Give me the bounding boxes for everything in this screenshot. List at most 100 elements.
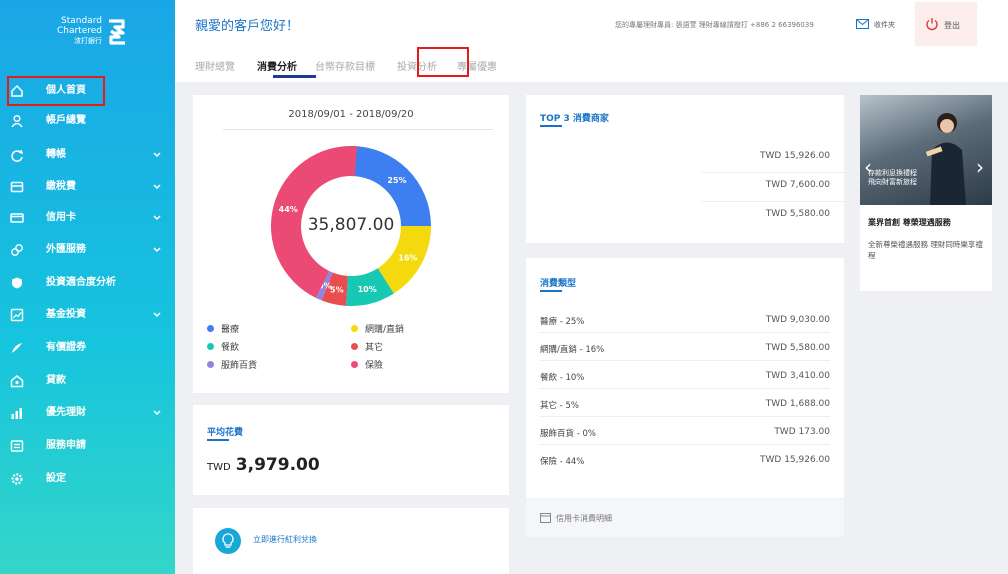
chevron-right-icon[interactable]: › <box>976 157 984 177</box>
legend-item: 其它 <box>351 340 383 353</box>
divider <box>701 201 844 202</box>
application-icon <box>10 440 24 452</box>
legend-label: 保險 <box>365 361 384 371</box>
logout-button[interactable]: 登出 <box>915 2 977 46</box>
category-row: 餐飲 - 10% TWD 3,410.00 <box>540 365 830 389</box>
sidebar-item-label: 貸款 <box>46 375 66 386</box>
inbox-link[interactable]: 收件夾 <box>874 20 895 30</box>
top-header: 親愛的客戶您好！ 您的專屬理財專員: 張語萱 理財專線請撥打 +886 2 66… <box>175 0 1008 82</box>
banner-image: 存款利息換禮程 飛向財富新旅程 <box>860 95 992 205</box>
sidebar-item-label: 設定 <box>46 473 66 484</box>
sidebar-item-bills[interactable]: 繳稅費 <box>0 174 175 200</box>
legend-item: 餐飲 <box>207 340 239 353</box>
category-amount: TWD 15,926.00 <box>760 455 830 465</box>
sidebar-item-credit-card[interactable]: 信用卡 <box>0 205 175 231</box>
legend-label: 服飾百貨 <box>221 361 258 371</box>
divider <box>540 388 830 389</box>
banner-caption-line2: 飛向財富新旅程 <box>868 178 917 186</box>
rewards-redeem-link[interactable]: 立即進行紅利兌換 <box>253 534 317 545</box>
legend-item: 醫療 <box>207 322 239 335</box>
legend-dot <box>207 361 214 368</box>
brand-name-line3: 渣打銀行 <box>74 37 102 45</box>
document-icon <box>540 513 551 523</box>
category-name: 其它 - 5% <box>540 401 579 411</box>
sidebar-item-label: 信用卡 <box>46 212 76 223</box>
tab-deposit-goal[interactable]: 台幣存款目標 <box>315 58 375 73</box>
legend-dot <box>351 325 358 332</box>
category-name: 網購/直銷 - 16% <box>540 345 605 355</box>
chevron-down-icon <box>153 215 161 221</box>
sidebar-item-label: 繳稅費 <box>46 181 76 192</box>
divider <box>540 332 830 333</box>
credit-card-statement-link[interactable]: 信用卡消費明細 <box>526 499 844 537</box>
fx-icon <box>11 244 23 256</box>
loan-icon <box>10 375 24 388</box>
sidebar-item-fx[interactable]: 外匯服務 <box>0 237 175 263</box>
promo-banner[interactable]: 存款利息換禮程 飛向財富新旅程 ‹ › 業界首創 尊榮理遇服務 全新尊榮禮遇服務… <box>860 95 992 291</box>
sidebar-item-loans[interactable]: 貸款 <box>0 368 175 394</box>
bank-logo[interactable]: Standard Chartered 渣打銀行 <box>50 16 140 52</box>
legend-dot <box>351 343 358 350</box>
category-name: 餐飲 - 10% <box>540 373 585 383</box>
sidebar-item-securities[interactable]: 有價證券 <box>0 335 175 361</box>
statement-label: 信用卡消費明細 <box>556 514 612 523</box>
home-icon <box>11 84 23 97</box>
sidebar-item-label: 投資適合度分析 <box>46 277 116 288</box>
divider <box>701 172 844 173</box>
sidebar-item-label: 帳戶總覽 <box>46 115 86 126</box>
sidebar-item-applications[interactable]: 服務申請 <box>0 433 175 459</box>
banner-caption-line1: 存款利息換禮程 <box>868 169 917 177</box>
sidebar-item-transfer[interactable]: 轉帳 <box>0 142 175 168</box>
legend-label: 網購/直銷 <box>365 325 405 335</box>
categories-title: 消費類型 <box>540 279 577 289</box>
sidebar-item-suitability[interactable]: 投資適合度分析 <box>0 270 175 296</box>
fund-icon <box>10 308 24 322</box>
credit-card-icon <box>10 213 24 223</box>
power-icon <box>926 18 938 31</box>
sidebar-item-label: 外匯服務 <box>46 244 86 255</box>
spending-categories-card: 消費類型 醫療 - 25% TWD 9,030.00 網購/直銷 - 16% T… <box>526 258 844 498</box>
shield-icon <box>12 277 22 289</box>
chevron-down-icon <box>153 184 161 190</box>
tab-spending-analysis[interactable]: 消費分析 <box>257 58 297 73</box>
category-row: 其它 - 5% TWD 1,688.00 <box>540 393 830 417</box>
sidebar-item-home[interactable]: 個人首頁 <box>0 78 175 104</box>
sidebar-item-label: 個人首頁 <box>46 85 86 96</box>
sidebar-item-accounts[interactable]: 帳戶總覽 <box>0 108 175 134</box>
sidebar-item-funds[interactable]: 基金投資 <box>0 302 175 328</box>
currency-label: TWD <box>207 462 231 473</box>
sidebar-item-settings[interactable]: 設定 <box>0 466 175 492</box>
tab-overview[interactable]: 理財總覽 <box>195 58 235 73</box>
chart-icon <box>11 408 22 419</box>
rewards-promo-card[interactable]: 立即進行紅利兌換 <box>193 508 509 574</box>
mail-icon[interactable] <box>856 19 869 29</box>
sidebar-item-priority[interactable]: 優先理財 <box>0 400 175 426</box>
date-range: 2018/09/01 - 2018/09/20 <box>288 109 414 120</box>
chevron-left-icon[interactable]: ‹ <box>864 157 872 177</box>
lightbulb-icon <box>215 528 241 554</box>
top3-merchants-card: TOP 3 消費商家 TWD 15,926.00 TWD 7,600.00 TW… <box>526 95 844 243</box>
donut-slice-label: 25% <box>387 176 406 185</box>
category-row: 服飾百貨 - 0% TWD 173.00 <box>540 421 830 445</box>
average-value: TWD 3,979.00 <box>207 455 320 475</box>
legend-label: 餐飲 <box>221 343 240 353</box>
donut-slice-label: 5% <box>330 285 344 294</box>
advisor-notice: 您的專屬理財專員: 張語萱 理財專線請撥打 +886 2 66396039 <box>615 21 814 29</box>
category-amount: TWD 1,688.00 <box>765 399 830 409</box>
sidebar-item-label: 轉帳 <box>46 149 66 160</box>
securities-icon <box>12 343 22 353</box>
average-amount: 3,979.00 <box>235 455 320 475</box>
donut-total-value: 35,807.00 <box>307 215 395 235</box>
legend-label: 醫療 <box>221 325 240 335</box>
category-name: 醫療 - 25% <box>540 317 585 327</box>
tab-highlight-box <box>417 47 469 77</box>
donut-slice <box>351 146 431 226</box>
category-amount: TWD 9,030.00 <box>765 315 830 325</box>
top3-title: TOP 3 消費商家 <box>540 114 609 124</box>
category-row: 醫療 - 25% TWD 9,030.00 <box>540 309 830 333</box>
average-title: 平均花費 <box>207 428 244 438</box>
person-image <box>925 113 966 205</box>
user-icon <box>11 114 23 128</box>
active-tab-indicator <box>273 75 316 78</box>
sidebar-item-label: 基金投資 <box>46 309 86 320</box>
